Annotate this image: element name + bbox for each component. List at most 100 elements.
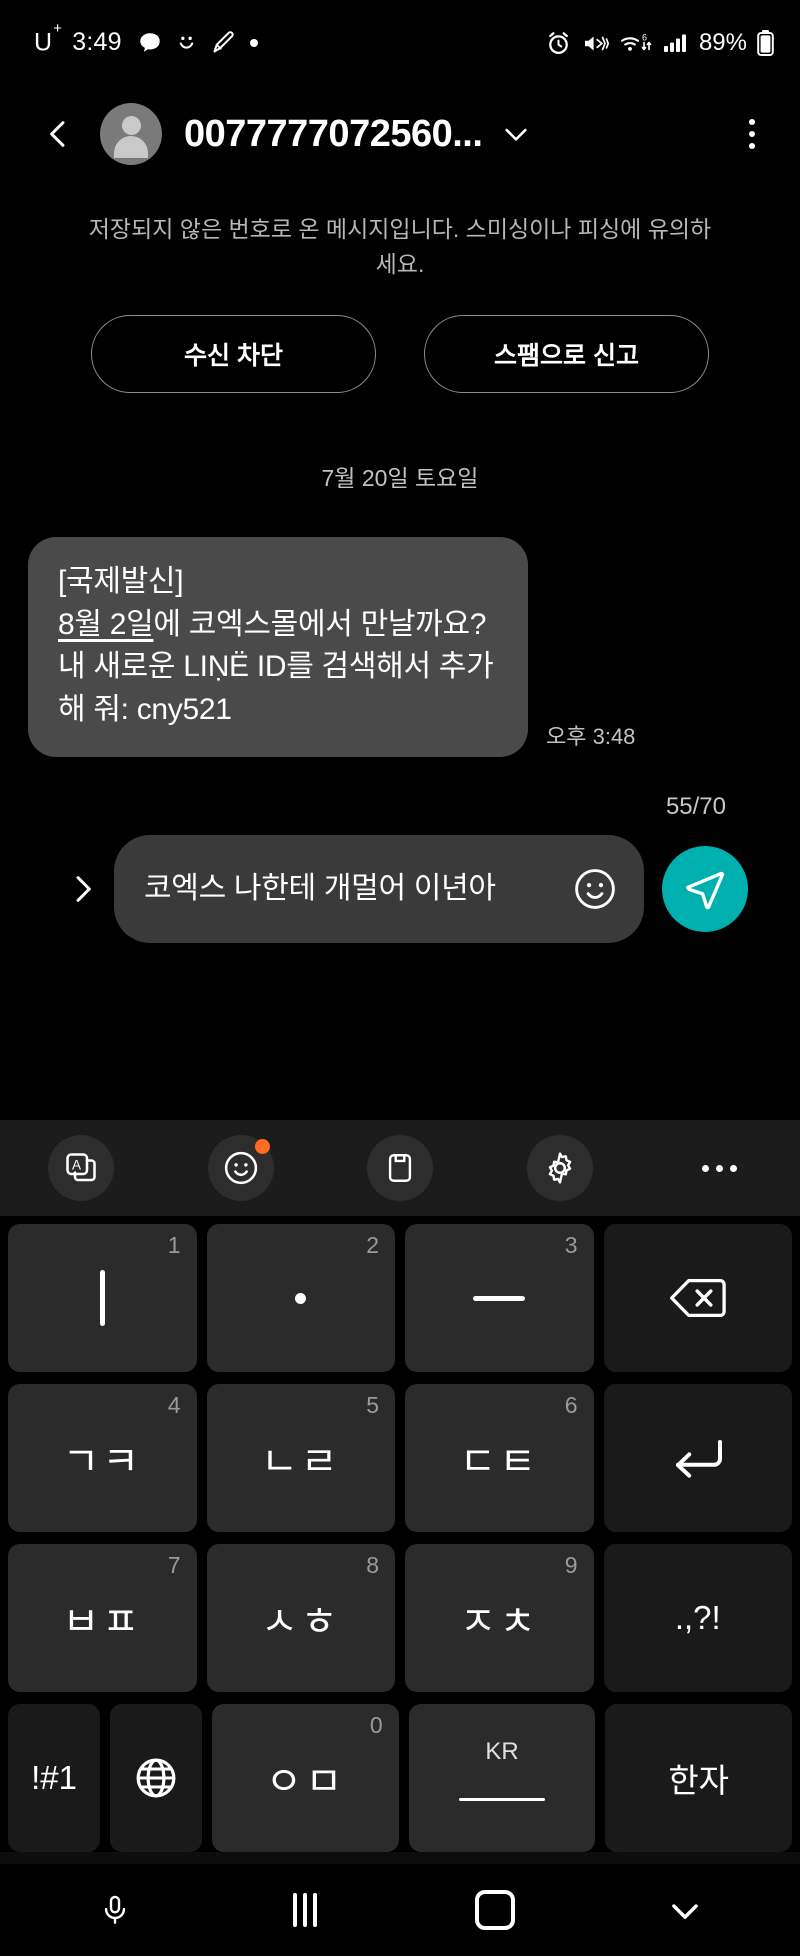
key-ieung-mieum[interactable]: 0 ㅇㅁ — [212, 1704, 399, 1852]
date-separator: 7월 20일 토요일 — [321, 465, 479, 491]
message-bubble[interactable]: [국제발신] 8월 2일에 코엑스몰에서 만날까요? 내 새로운 LIṆЁ ID… — [28, 537, 528, 758]
key-enter[interactable] — [603, 1384, 792, 1532]
key-language-globe[interactable] — [110, 1704, 202, 1852]
key-backspace[interactable] — [603, 1224, 792, 1372]
overflow-menu-button[interactable] — [726, 104, 778, 164]
key-number: 8 — [366, 1552, 379, 1578]
more-vertical-icon-dot — [749, 143, 755, 149]
key-giyeok-kieuk[interactable]: 4 ㄱㅋ — [8, 1384, 197, 1532]
key-digeut-tieut[interactable]: 6 ㄷㅌ — [405, 1384, 594, 1532]
alarm-icon — [545, 30, 572, 57]
carrier-label: U+ — [34, 20, 63, 57]
key-space[interactable]: KR — [408, 1704, 596, 1852]
recents-bar — [313, 1893, 317, 1927]
globe-icon — [136, 1758, 176, 1798]
key-label: 한자 — [668, 1762, 730, 1799]
key-number: 9 — [564, 1552, 578, 1578]
key-jieut-chieut[interactable]: 9 ㅈㅊ — [405, 1544, 594, 1692]
svg-text:6: 6 — [642, 32, 647, 42]
key-number: 2 — [366, 1232, 379, 1258]
chevron-down-icon — [505, 128, 528, 141]
smiley-icon — [224, 1151, 257, 1185]
key-label: ㄷㅌ — [459, 1440, 540, 1484]
key-bieup-pieup[interactable]: 7 ㅂㅍ — [8, 1544, 197, 1692]
recents-button[interactable] — [265, 1879, 345, 1941]
translate-icon: A — [66, 1153, 96, 1182]
more-button[interactable] — [686, 1135, 752, 1201]
vertical-bar-glyph — [99, 1270, 105, 1326]
status-bar-right: 6 89% — [545, 29, 774, 57]
key-label: ㅇㅁ — [265, 1760, 346, 1804]
spam-warning-banner: 저장되지 않은 번호로 온 메시지입니다. 스미싱이나 피싱에 유의하세요. 수… — [0, 182, 800, 393]
back-nav-button[interactable] — [645, 1879, 725, 1941]
char-counter: 55/70 — [665, 793, 726, 821]
key-space-language-label: KR — [485, 1738, 519, 1765]
virtual-keyboard: A 1 2 3 4 ㄱㅋ 5 ㄴㄹ 6 ㄷㅌ 7 ㅂㅍ 8 ㅅㅎ 9 ㅈㅊ .,… — [0, 1120, 800, 1864]
mute-vibrate-icon — [582, 30, 610, 57]
key-label: .,?! — [674, 1599, 721, 1636]
keyboard-row: 7 ㅂㅍ 8 ㅅㅎ 9 ㅈㅊ .,?! — [8, 1544, 792, 1692]
chevron-right-icon — [76, 876, 91, 903]
kakaotalk-icon — [137, 30, 163, 56]
key-number: 7 — [167, 1552, 181, 1578]
key-i[interactable]: 1 — [8, 1224, 197, 1372]
key-punctuation[interactable]: .,?! — [603, 1544, 792, 1692]
keyboard-row: !#1 0 ㅇㅁ KR 한자 — [8, 1704, 793, 1852]
spam-warning-text: 저장되지 않은 번호로 온 메시지입니다. 스미싱이나 피싱에 유의하세요. — [88, 216, 712, 277]
message-input-wrapper[interactable]: 코엑스 나한테 개멀어 이년아 — [114, 835, 644, 944]
emoji-button[interactable] — [207, 1135, 274, 1201]
send-icon — [686, 872, 725, 910]
key-number: 0 — [369, 1712, 383, 1738]
expand-toolbar-button[interactable] — [52, 872, 114, 906]
avatar-head — [121, 116, 141, 135]
header-dropdown-button[interactable] — [498, 118, 534, 150]
status-bar: U+ 3:49 6 89% — [0, 0, 800, 86]
key-hanja[interactable]: 한자 — [605, 1704, 793, 1852]
home-button[interactable] — [455, 1879, 535, 1941]
battery-icon — [757, 29, 774, 57]
key-siot-hieut[interactable]: 8 ㅅㅎ — [206, 1544, 395, 1692]
key-label: ㅅㅎ — [260, 1600, 341, 1644]
emoji-picker-button[interactable] — [568, 862, 622, 916]
key-number: 1 — [167, 1232, 181, 1258]
message-row-incoming: [국제발신] 8월 2일에 코엑스몰에서 만날까요? 내 새로운 LIṆЁ ID… — [28, 537, 772, 758]
avatar[interactable] — [100, 103, 162, 165]
key-number: 5 — [366, 1392, 379, 1418]
key-eu[interactable]: 3 — [405, 1224, 594, 1372]
page-title[interactable]: 0077777072560... — [184, 113, 482, 156]
more-horizontal-icon-dot — [729, 1164, 737, 1172]
more-horizontal-icon-dot — [715, 1164, 723, 1172]
dot-glyph — [295, 1292, 307, 1304]
key-symbols[interactable]: !#1 — [8, 1704, 100, 1852]
keyboard-row: 1 2 3 — [8, 1224, 792, 1372]
mic-button[interactable] — [75, 1879, 155, 1941]
settings-button[interactable] — [526, 1135, 593, 1201]
block-number-button[interactable]: 수신 차단 — [91, 315, 376, 393]
key-dot[interactable]: 2 — [206, 1224, 395, 1372]
emoji-badge-dot — [254, 1139, 270, 1154]
clipboard-button[interactable] — [367, 1135, 433, 1201]
message-input[interactable]: 코엑스 나한테 개멀어 이년아 — [144, 868, 558, 910]
key-label: ㄴㄹ — [260, 1440, 341, 1484]
message-date-link[interactable]: 8월 2일 — [58, 608, 154, 641]
chevron-left-icon — [50, 121, 65, 147]
gear-icon — [548, 1152, 571, 1184]
keyboard-row: 4 ㄱㅋ 5 ㄴㄹ 6 ㄷㅌ — [8, 1384, 792, 1532]
key-label: ㄱㅋ — [62, 1440, 143, 1484]
key-nieun-rieul[interactable]: 5 ㄴㄹ — [206, 1384, 395, 1532]
backspace-icon — [669, 1278, 726, 1318]
microphone-icon — [104, 1895, 126, 1924]
avatar-body — [114, 136, 148, 158]
report-spam-button[interactable]: 스팸으로 신고 — [424, 315, 709, 393]
key-number: 4 — [167, 1392, 181, 1418]
keyboard-toolbar: A — [0, 1120, 800, 1216]
send-button[interactable] — [662, 846, 748, 933]
phone-screen: U+ 3:49 6 89% 0077777072560... 저장되지 않은 번… — [0, 0, 800, 1956]
back-button[interactable] — [30, 106, 86, 162]
smiley-icon — [575, 869, 615, 910]
more-vertical-icon-dot — [749, 119, 755, 125]
translate-button[interactable]: A — [48, 1135, 114, 1201]
battery-percent-label: 89% — [698, 29, 747, 56]
smiley-icon — [174, 30, 199, 55]
status-bar-left: U+ 3:49 — [34, 20, 545, 57]
